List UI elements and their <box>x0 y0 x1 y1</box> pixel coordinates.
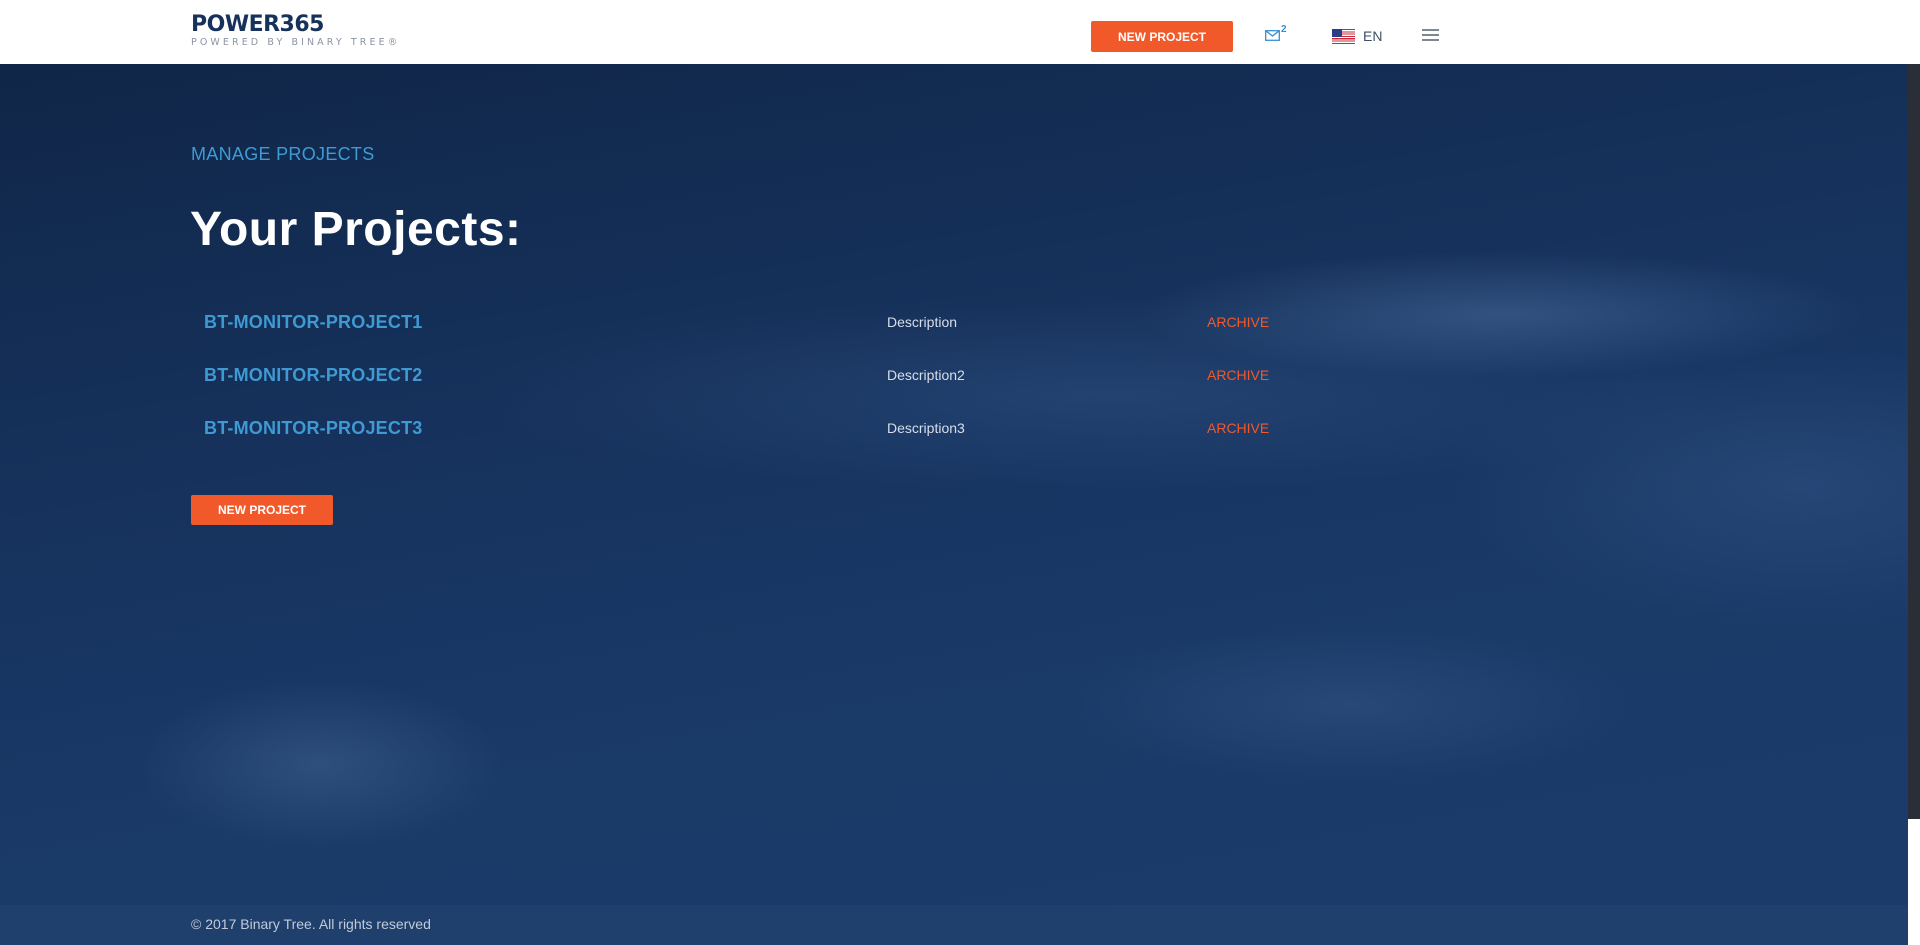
language-selector[interactable]: EN <box>1332 26 1382 46</box>
project-row: BT-MONITOR-PROJECT1 Description ARCHIVE <box>0 312 1300 342</box>
top-header: POWER365 POWERED BY BINARY TREE® NEW PRO… <box>0 0 1908 64</box>
copyright-text: © 2017 Binary Tree. All rights reserved <box>191 916 431 932</box>
messages-count-badge: 2 <box>1281 24 1287 35</box>
envelope-icon <box>1265 30 1280 41</box>
header-new-project-button[interactable]: NEW PROJECT <box>1091 21 1233 52</box>
project-description: Description <box>887 314 958 330</box>
project-name-link[interactable]: BT-MONITOR-PROJECT3 <box>204 418 422 439</box>
archive-link[interactable]: ARCHIVE <box>1207 314 1269 330</box>
archive-link[interactable]: ARCHIVE <box>1207 420 1269 436</box>
messages-button[interactable]: 2 <box>1265 24 1295 46</box>
section-label: MANAGE PROJECTS <box>191 144 375 164</box>
page-title: Your Projects: <box>190 203 522 256</box>
page-footer: © 2017 Binary Tree. All rights reserved <box>0 905 1908 945</box>
archive-link[interactable]: ARCHIVE <box>1207 367 1269 383</box>
project-description: Description3 <box>887 420 965 436</box>
project-name-link[interactable]: BT-MONITOR-PROJECT2 <box>204 365 422 386</box>
project-name-link[interactable]: BT-MONITOR-PROJECT1 <box>204 312 422 333</box>
logo-tagline: POWERED BY BINARY TREE® <box>191 37 401 48</box>
hamburger-menu-icon[interactable] <box>1422 28 1439 42</box>
project-row: BT-MONITOR-PROJECT2 Description2 ARCHIVE <box>0 365 1300 395</box>
project-row: BT-MONITOR-PROJECT3 Description3 ARCHIVE <box>0 418 1300 448</box>
new-project-button[interactable]: NEW PROJECT <box>191 495 333 525</box>
scrollbar-thumb[interactable] <box>1908 64 1920 819</box>
us-flag-icon <box>1332 28 1355 44</box>
language-label: EN <box>1363 28 1383 44</box>
project-description: Description2 <box>887 367 965 383</box>
logo-title: POWER365 <box>191 12 324 37</box>
main-content: MANAGE PROJECTS Your Projects: BT-MONITO… <box>0 64 1908 905</box>
power365-logo[interactable]: POWER365 POWERED BY BINARY TREE® <box>191 13 400 49</box>
